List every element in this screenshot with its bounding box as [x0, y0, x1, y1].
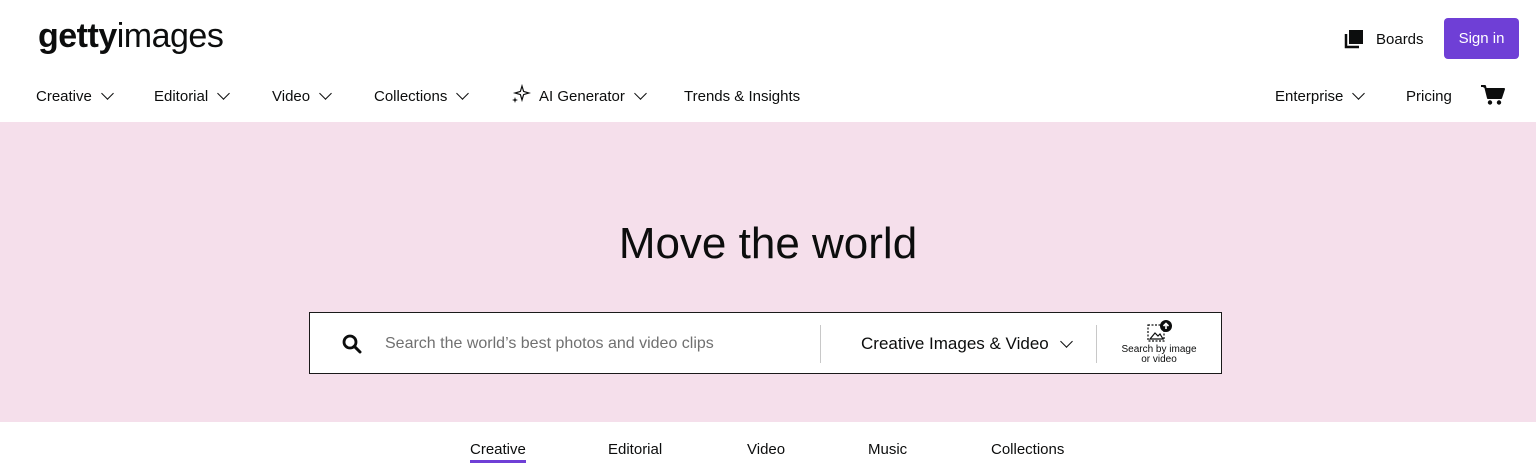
content-tabs: Creative Editorial Video Music Collectio…	[0, 422, 1536, 468]
nav-editorial-label: Editorial	[154, 87, 209, 105]
chevron-down-icon	[1352, 87, 1366, 100]
nav-ai-generator-label: AI Generator	[539, 87, 625, 105]
sign-in-button[interactable]: Sign in	[1444, 18, 1519, 59]
nav-trends-label: Trends & Insights	[684, 87, 801, 105]
tab-editorial[interactable]: Editorial	[608, 441, 662, 463]
chevron-down-icon	[100, 87, 114, 100]
divider	[1096, 325, 1097, 363]
hero-banner: Move the world Creative Images & Video S…	[0, 122, 1536, 422]
tab-music[interactable]: Music	[868, 441, 907, 463]
chevron-down-icon	[1059, 335, 1073, 348]
chevron-down-icon	[456, 87, 470, 100]
divider	[820, 325, 821, 363]
boards-link[interactable]: Boards	[1344, 26, 1424, 52]
nav-editorial[interactable]: Editorial	[154, 84, 231, 108]
search-bar: Creative Images & Video Search by image …	[309, 312, 1222, 374]
boards-icon	[1344, 29, 1364, 49]
getty-images-logo[interactable]: gettyimages	[38, 14, 224, 58]
image-search-line2: or video	[1141, 354, 1177, 365]
tab-creative[interactable]: Creative	[470, 441, 526, 463]
header: gettyimages Boards Sign in Creative Edit…	[0, 0, 1536, 122]
nav-enterprise-label: Enterprise	[1275, 87, 1344, 105]
image-upload-icon	[1110, 319, 1208, 343]
tab-collections[interactable]: Collections	[991, 441, 1064, 463]
logo-bold: getty	[38, 17, 117, 55]
chevron-down-icon	[319, 87, 332, 100]
tab-video[interactable]: Video	[747, 441, 785, 463]
nav-video[interactable]: Video	[272, 84, 332, 108]
nav-collections[interactable]: Collections	[374, 84, 470, 108]
search-input[interactable]	[385, 327, 815, 361]
sparkle-icon	[511, 83, 532, 108]
nav-video-label: Video	[272, 87, 311, 105]
chevron-down-icon	[634, 87, 647, 100]
nav-collections-label: Collections	[374, 87, 448, 105]
nav-trends-insights[interactable]: Trends & Insights	[684, 84, 800, 108]
search-type-select[interactable]: Creative Images & Video	[861, 327, 1073, 361]
cart-icon[interactable]	[1480, 84, 1506, 111]
nav-pricing-label: Pricing	[1406, 87, 1452, 105]
nav-creative-label: Creative	[36, 87, 92, 105]
nav-ai-generator[interactable]: AI Generator	[511, 83, 647, 108]
chevron-down-icon	[217, 87, 231, 100]
nav-enterprise[interactable]: Enterprise	[1275, 84, 1366, 108]
nav-pricing[interactable]: Pricing	[1406, 84, 1452, 108]
search-type-label: Creative Images & Video	[861, 334, 1049, 353]
hero-title: Move the world	[618, 219, 918, 268]
search-icon[interactable]	[342, 334, 362, 359]
nav-creative[interactable]: Creative	[36, 84, 114, 108]
search-by-image-button[interactable]: Search by image or video	[1110, 319, 1208, 369]
logo-light: images	[116, 17, 224, 55]
boards-label: Boards	[1376, 30, 1424, 48]
